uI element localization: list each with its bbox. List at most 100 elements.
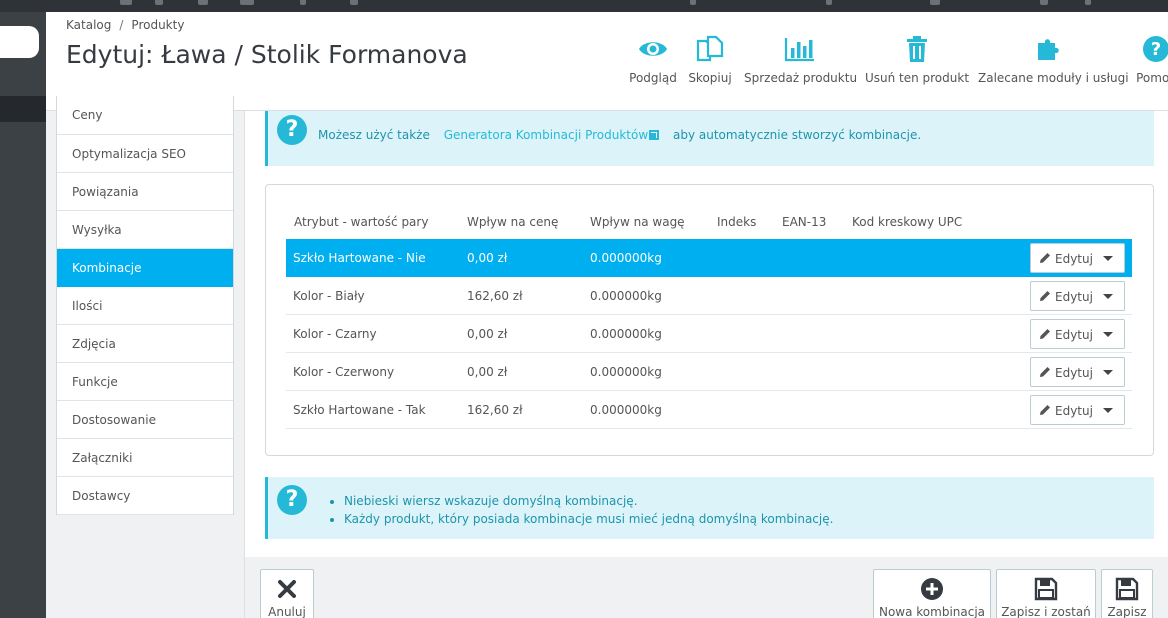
preview-label: Podgląd	[629, 71, 677, 85]
cell-weight: 0.000000kg	[590, 251, 662, 265]
save-and-stay-button[interactable]: Zapisz i zostań	[996, 569, 1096, 618]
dropdown-caret-icon[interactable]	[1103, 370, 1113, 375]
pencil-icon	[1039, 404, 1051, 419]
edit-button[interactable]: Edytuj	[1030, 281, 1125, 311]
cell-price: 0,00 zł	[467, 327, 508, 341]
alert-suffix: aby automatycznie stworzyć kombinacje.	[672, 128, 922, 142]
sales-button[interactable]: Sprzedaż produktu	[744, 32, 857, 85]
edit-button[interactable]: Edytuj	[1030, 319, 1125, 349]
cell-price: 0,00 zł	[467, 365, 508, 379]
alert-prefix: Możesz użyć także	[318, 128, 430, 142]
admin-sidebar	[0, 12, 46, 618]
question-icon: ?	[277, 115, 307, 145]
edit-button[interactable]: Edytuj	[1030, 395, 1125, 425]
floppy-disk-icon	[1102, 576, 1152, 602]
edit-label: Edytuj	[1055, 404, 1093, 418]
combinations-panel: Atrybut - wartość pary Wpływ na cenę Wpł…	[265, 184, 1154, 456]
tab-seo[interactable]: Optymalizacja SEO	[57, 135, 233, 173]
list-item: Niebieski wiersz wskazuje domyślną kombi…	[344, 492, 833, 510]
breadcrumb-catalog[interactable]: Katalog	[66, 18, 111, 32]
breadcrumb: Katalog / Produkty	[66, 18, 184, 32]
tab-combinations[interactable]: Kombinacje	[57, 249, 233, 287]
tab-images[interactable]: Zdjęcia	[57, 325, 233, 363]
tab-quantities[interactable]: Ilości	[57, 287, 233, 325]
dropdown-caret-icon[interactable]	[1103, 294, 1113, 299]
recommended-modules-button[interactable]: Zalecane moduły i usługi	[978, 32, 1129, 85]
cell-price: 162,60 zł	[467, 289, 523, 303]
bar-chart-icon	[744, 32, 856, 66]
question-icon: ?	[277, 485, 307, 515]
edit-label: Edytuj	[1055, 252, 1093, 266]
trash-icon	[864, 32, 970, 66]
preview-button[interactable]: Podgląd	[629, 32, 677, 85]
sidebar-item-selected[interactable]	[0, 96, 46, 122]
tab-suppliers[interactable]: Dostawcy	[57, 477, 233, 515]
tab-prices[interactable]: Ceny	[57, 97, 233, 135]
page-title: Edytuj: Ława / Stolik Formanova	[66, 40, 468, 69]
list-item: Każdy produkt, który posiada kombinacje …	[344, 510, 833, 528]
close-icon	[261, 576, 313, 602]
table-row[interactable]: Kolor - Czarny 0,00 zł 0.000000kg Edytuj	[286, 315, 1132, 353]
save-and-stay-label: Zapisz i zostań	[1001, 605, 1091, 618]
cancel-button[interactable]: Anuluj	[260, 569, 314, 618]
cell-price: 0,00 zł	[467, 251, 508, 265]
cell-attribute: Kolor - Biały	[293, 289, 365, 303]
copy-icon	[688, 32, 732, 66]
delete-product-button[interactable]: Usuń ten produkt	[864, 32, 970, 85]
cancel-label: Anuluj	[268, 605, 306, 618]
save-button[interactable]: Zapisz	[1101, 569, 1153, 618]
browser-top-strip	[0, 0, 1168, 12]
edit-button[interactable]: Edytuj	[1030, 243, 1125, 273]
svg-text:?: ?	[1151, 39, 1161, 60]
help-button[interactable]: ? Pomoc	[1130, 32, 1168, 85]
sidebar-search-field[interactable]	[0, 26, 39, 58]
col-ean13: EAN-13	[782, 215, 827, 229]
save-label: Zapisz	[1107, 605, 1147, 618]
dropdown-caret-icon[interactable]	[1103, 332, 1113, 337]
dropdown-caret-icon[interactable]	[1103, 408, 1113, 413]
cell-attribute: Szkło Hartowane - Tak	[293, 403, 426, 417]
delete-product-label: Usuń ten produkt	[864, 71, 970, 85]
cell-attribute: Kolor - Czerwony	[293, 365, 395, 379]
help-label: Pomoc	[1136, 71, 1168, 85]
dropdown-caret-icon[interactable]	[1103, 256, 1113, 261]
duplicate-button[interactable]: Skopiuj	[688, 32, 732, 85]
breadcrumb-products[interactable]: Produkty	[131, 18, 184, 32]
tab-features[interactable]: Funkcje	[57, 363, 233, 401]
edit-label: Edytuj	[1055, 328, 1093, 342]
alert-list: Niebieski wiersz wskazuje domyślną kombi…	[344, 492, 833, 528]
pencil-icon	[1039, 366, 1051, 381]
pencil-icon	[1039, 252, 1051, 267]
col-weight-impact: Wpływ na wagę	[590, 215, 685, 229]
table-row[interactable]: Kolor - Czerwony 0,00 zł 0.000000kg Edyt…	[286, 353, 1132, 391]
new-combination-label: Nowa kombinacja	[878, 605, 986, 618]
cell-weight: 0.000000kg	[590, 327, 662, 341]
tab-associations[interactable]: Powiązania	[57, 173, 233, 211]
cell-weight: 0.000000kg	[590, 403, 662, 417]
edit-label: Edytuj	[1055, 366, 1093, 380]
generator-link[interactable]: Generatora Kombinacji Produktów	[444, 128, 660, 142]
new-combination-button[interactable]: Nowa kombinacja	[873, 569, 991, 618]
pencil-icon	[1039, 290, 1051, 305]
cell-price: 162,60 zł	[467, 403, 523, 417]
duplicate-label: Skopiuj	[688, 71, 732, 85]
cell-attribute: Szkło Hartowane - Nie	[293, 251, 426, 265]
col-upc: Kod kreskowy UPC	[852, 215, 963, 229]
edit-label: Edytuj	[1055, 290, 1093, 304]
table-row[interactable]: Kolor - Biały 162,60 zł 0.000000kg Edytu…	[286, 277, 1132, 315]
puzzle-icon	[978, 32, 1120, 66]
tab-shipping[interactable]: Wysyłka	[57, 211, 233, 249]
plus-circle-icon	[874, 576, 990, 602]
col-attribute: Atrybut - wartość pary	[294, 215, 429, 229]
tab-customization[interactable]: Dostosowanie	[57, 401, 233, 439]
tab-attachments[interactable]: Załączniki	[57, 439, 233, 477]
table-row-default[interactable]: Szkło Hartowane - Nie 0,00 zł 0.000000kg…	[286, 239, 1132, 277]
external-link-icon	[649, 130, 660, 140]
info-alert-generator: ? Możesz użyć także Generatora Kombinacj…	[265, 111, 1154, 166]
breadcrumb-separator: /	[119, 18, 124, 32]
table-row[interactable]: Szkło Hartowane - Tak 162,60 zł 0.000000…	[286, 391, 1132, 429]
cell-weight: 0.000000kg	[590, 365, 662, 379]
floppy-disk-icon	[997, 576, 1095, 602]
edit-button[interactable]: Edytuj	[1030, 357, 1125, 387]
cell-weight: 0.000000kg	[590, 289, 662, 303]
